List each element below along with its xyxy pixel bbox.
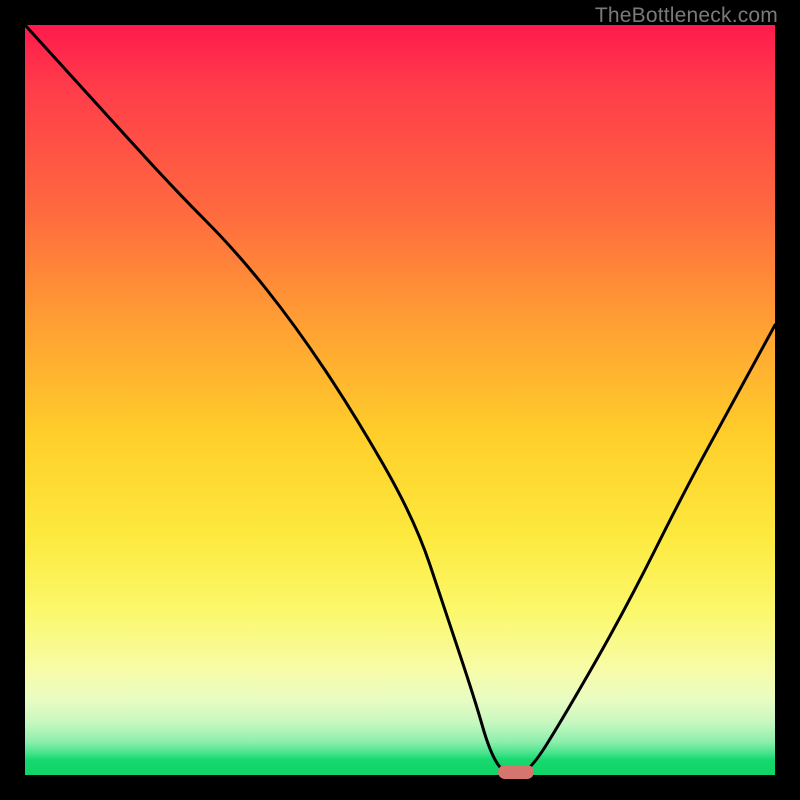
watermark-text: TheBottleneck.com: [595, 4, 778, 28]
minimum-marker: [498, 765, 534, 779]
chart-frame: TheBottleneck.com: [0, 0, 800, 800]
plot-area: [25, 25, 775, 775]
